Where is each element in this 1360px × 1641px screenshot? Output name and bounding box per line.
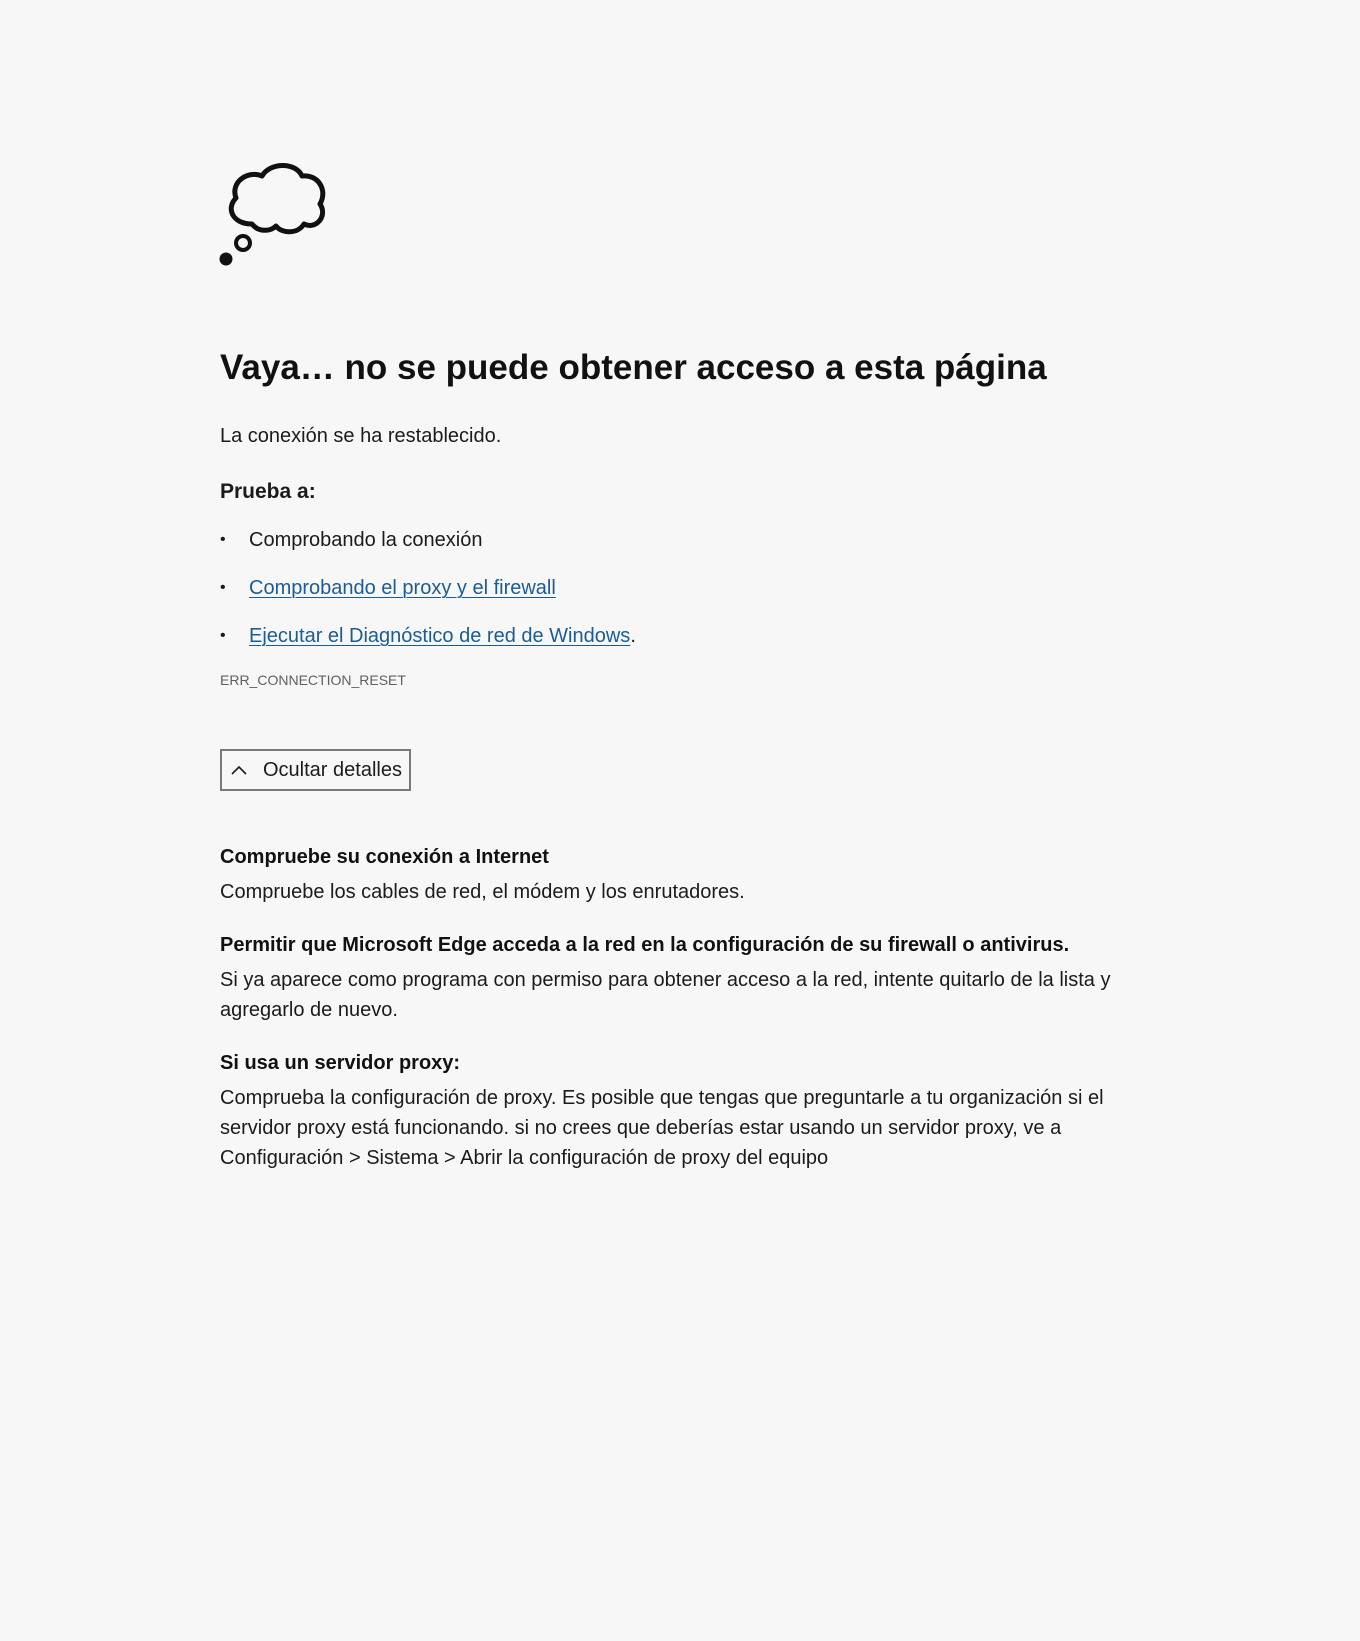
network-diagnostics-link[interactable]: Ejecutar el Diagnóstico de red de Window…: [249, 625, 630, 647]
detail-proxy: Si usa un servidor proxy: Comprueba la c…: [220, 1049, 1120, 1173]
error-page: Vaya… no se puede obtener acceso a esta …: [219, 160, 1120, 1197]
hide-details-button[interactable]: Ocultar detalles: [220, 749, 411, 791]
check-proxy-firewall-link[interactable]: Comprobando el proxy y el firewall: [249, 577, 556, 599]
thought-cloud-icon: [219, 163, 326, 266]
suggestion-list: • Comprobando la conexión • Comprobando …: [220, 526, 1120, 650]
hide-details-label: Ocultar detalles: [263, 758, 402, 781]
suggestion-item-network-diagnostics: • Ejecutar el Diagnóstico de red de Wind…: [220, 622, 1120, 650]
page-title: Vaya… no se puede obtener acceso a esta …: [220, 348, 1047, 387]
try-heading: Prueba a:: [220, 480, 316, 503]
bullet-icon: •: [220, 531, 226, 548]
error-message: La conexión se ha restablecido.: [220, 425, 502, 447]
suggestion-item-check-connection: • Comprobando la conexión: [220, 526, 1120, 554]
error-code: ERR_CONNECTION_RESET: [220, 672, 406, 688]
details-section: Compruebe su conexión a Internet Comprue…: [220, 843, 1120, 1173]
suggestion-item-check-proxy: • Comprobando el proxy y el firewall: [220, 574, 1120, 602]
bullet-icon: •: [220, 579, 226, 596]
detail-check-internet: Compruebe su conexión a Internet Comprue…: [220, 843, 1120, 907]
bullet-icon: •: [220, 627, 226, 644]
detail-text: Comprueba la configuración de proxy. Es …: [220, 1087, 1104, 1169]
detail-firewall: Permitir que Microsoft Edge acceda a la …: [220, 931, 1120, 1025]
chevron-up-icon: [231, 765, 247, 775]
detail-title: Compruebe su conexión a Internet: [220, 846, 549, 868]
detail-text: Si ya aparece como programa con permiso …: [220, 969, 1111, 1021]
suggestion-text: Comprobando la conexión: [249, 529, 483, 551]
suggestion-suffix: .: [630, 625, 636, 647]
detail-title: Si usa un servidor proxy:: [220, 1052, 461, 1074]
detail-title: Permitir que Microsoft Edge acceda a la …: [220, 934, 1070, 956]
detail-text: Compruebe los cables de red, el módem y …: [220, 881, 745, 903]
